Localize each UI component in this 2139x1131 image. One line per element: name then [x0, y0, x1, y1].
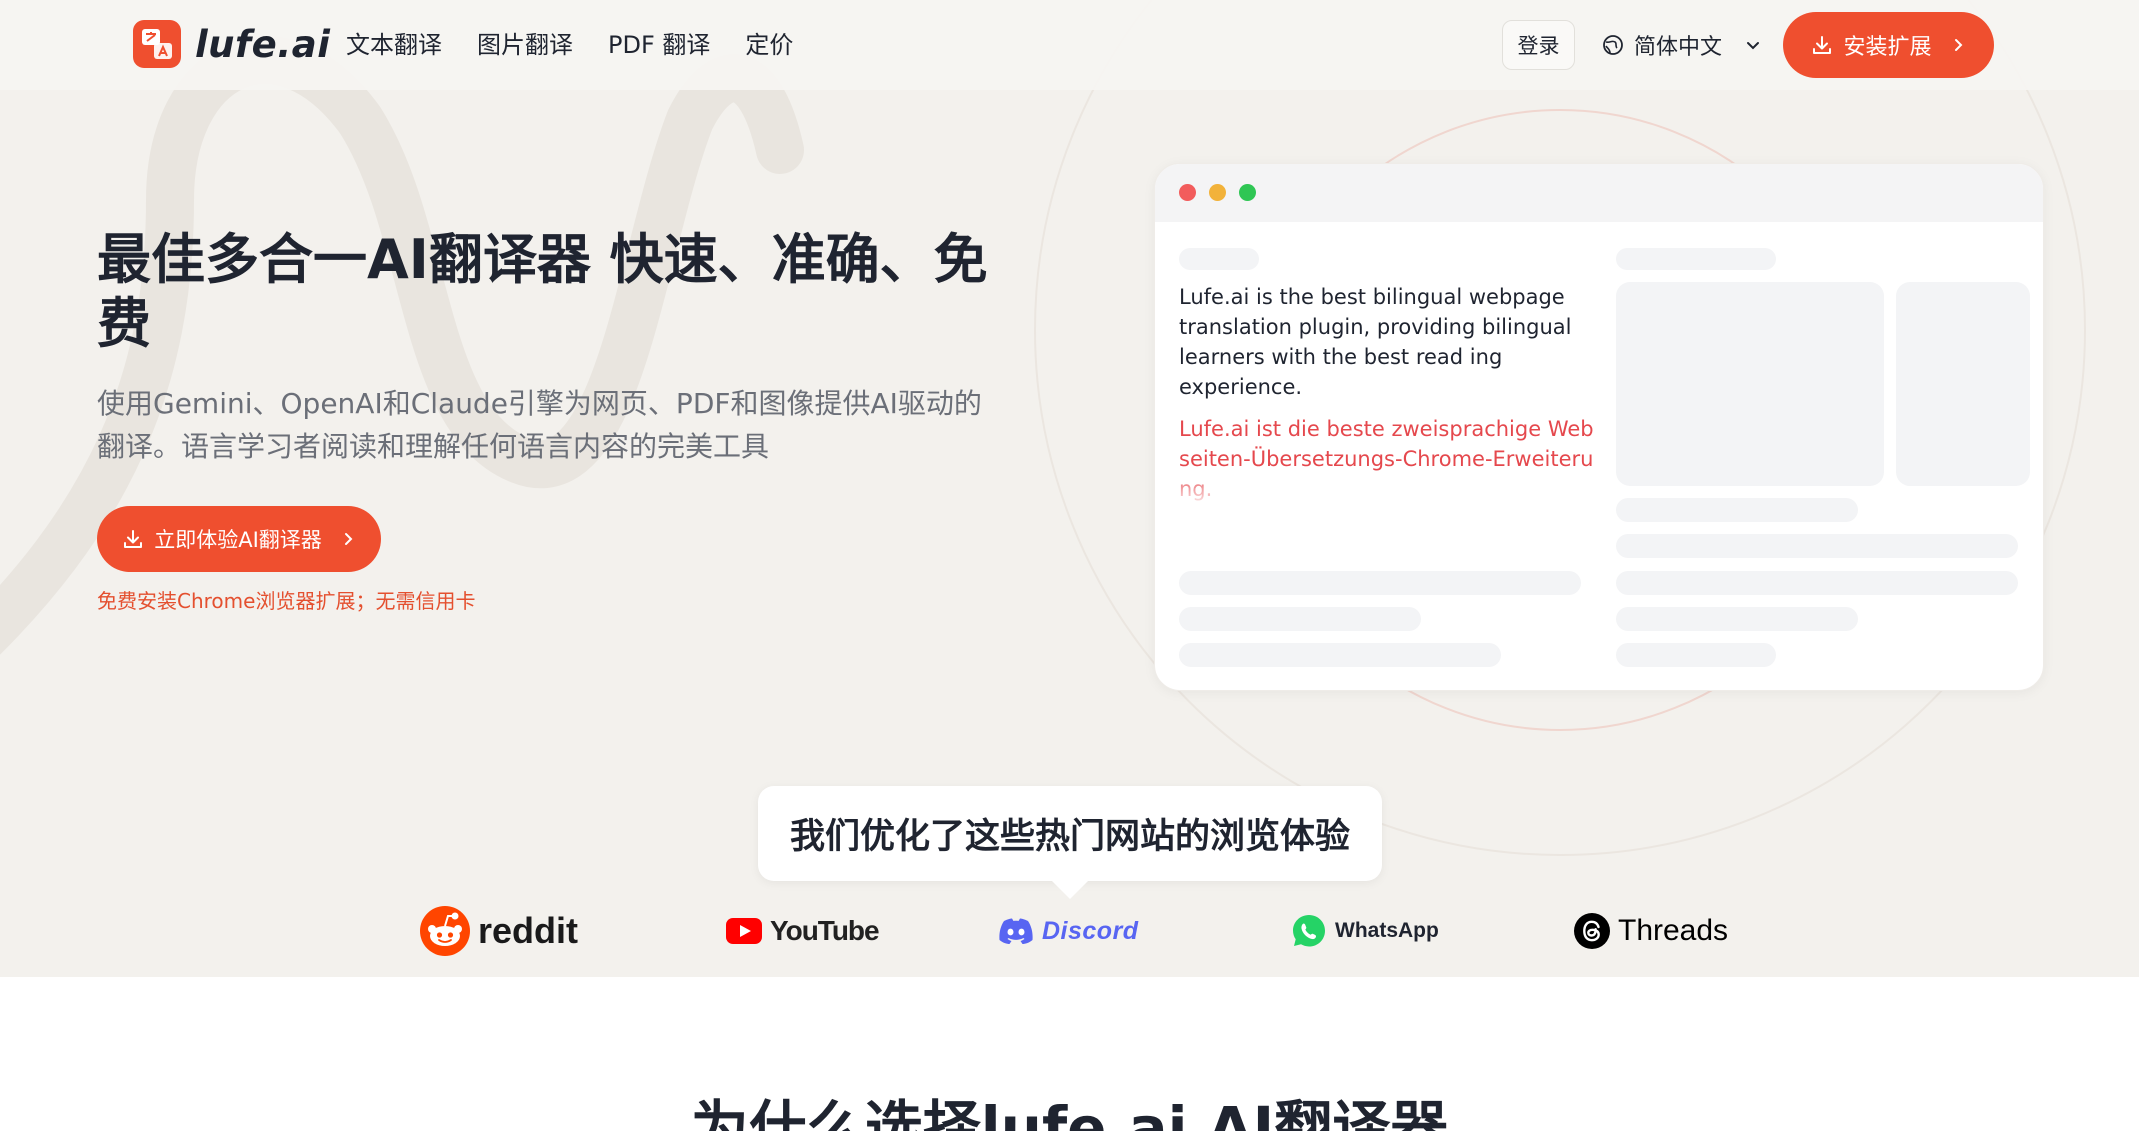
skeleton-line: [1616, 607, 1858, 631]
globe-icon: [1603, 35, 1623, 55]
translate-logo-icon: [133, 20, 181, 68]
skeleton-line: [1179, 571, 1581, 595]
chevron-right-icon: [1954, 39, 1962, 51]
hero-title: 最佳多合一AI翻译器 快速、准确、免费: [97, 228, 988, 355]
nav-text-translate[interactable]: 文本翻译: [346, 28, 442, 62]
skeleton-line: [1616, 571, 2018, 595]
logo[interactable]: lufe.ai: [133, 20, 330, 68]
youtube-icon: [726, 918, 762, 944]
site-discord[interactable]: Discord: [998, 903, 1139, 959]
try-translator-label: 立即体验AI翻译器: [154, 528, 322, 552]
mock-source-text: Lufe.ai is the best bilingual webpage tr…: [1179, 285, 1572, 399]
main-nav: 文本翻译 图片翻译 PDF 翻译 定价: [346, 28, 793, 62]
minimize-dot-icon: [1209, 184, 1226, 201]
install-extension-label: 安装扩展: [1843, 35, 1932, 60]
skeleton-image: [1896, 282, 2030, 486]
site-whatsapp-label: WhatsApp: [1335, 919, 1439, 942]
download-icon: [1813, 36, 1832, 54]
logo-text: lufe.ai: [195, 22, 331, 66]
site-reddit[interactable]: reddit: [420, 903, 578, 959]
language-selector[interactable]: 简体中文: [1602, 28, 1762, 62]
popular-sites-tooltip: 我们优化了这些热门网站的浏览体验: [758, 786, 1382, 899]
skeleton-line: [1616, 534, 2018, 558]
skeleton-line: [1179, 248, 1259, 270]
skeleton-line: [1616, 248, 1776, 270]
top-header: lufe.ai 文本翻译 图片翻译 PDF 翻译 定价 登录 简体中文 安装扩展: [0, 0, 2139, 90]
site-threads-label: Threads: [1618, 914, 1729, 947]
site-whatsapp[interactable]: WhatsApp: [1291, 903, 1439, 959]
nav-image-translate[interactable]: 图片翻译: [477, 28, 573, 62]
try-translator-button[interactable]: 立即体验AI翻译器: [97, 506, 381, 572]
site-reddit-label: reddit: [478, 910, 579, 951]
section-title: 为什么选择lufe.ai AI翻译器: [690, 1094, 1449, 1131]
skeleton-line: [1179, 607, 1421, 631]
whatsapp-icon: [1293, 915, 1325, 947]
skeleton-image: [1616, 282, 1884, 486]
download-icon: [124, 530, 143, 548]
site-youtube-label: YouTube: [770, 915, 880, 946]
browser-mockup: Lufe.ai is the best bilingual webpage tr…: [1154, 163, 2044, 691]
threads-icon: [1574, 913, 1610, 949]
site-threads[interactable]: Threads: [1574, 903, 1728, 959]
login-button[interactable]: 登录: [1502, 20, 1575, 70]
language-label: 简体中文: [1634, 35, 1723, 60]
chevron-down-icon: [1747, 42, 1760, 50]
reddit-icon: [420, 906, 470, 956]
maximize-dot-icon: [1239, 184, 1256, 201]
cta-note: 免费安装Chrome浏览器扩展；无需信用卡: [97, 589, 476, 613]
browser-titlebar: [1155, 164, 2043, 222]
skeleton-line: [1616, 643, 1776, 667]
install-extension-button[interactable]: 安装扩展: [1783, 12, 1994, 78]
mock-translated-text: Lufe.ai ist die beste zweisprachige Webs…: [1179, 417, 1594, 501]
hero-subtitle: 使用Gemini、OpenAI和Claude引擎为网页、PDF和图像提供AI驱动…: [97, 387, 982, 463]
skeleton-line: [1179, 643, 1501, 667]
chevron-right-icon: [344, 533, 353, 545]
nav-pdf-translate[interactable]: PDF 翻译: [608, 28, 710, 62]
skeleton-line: [1616, 498, 1858, 522]
site-youtube[interactable]: YouTube: [726, 903, 880, 959]
close-dot-icon: [1179, 184, 1196, 201]
site-discord-label: Discord: [1042, 916, 1139, 945]
nav-pricing[interactable]: 定价: [745, 28, 793, 62]
discord-icon: [999, 918, 1033, 944]
